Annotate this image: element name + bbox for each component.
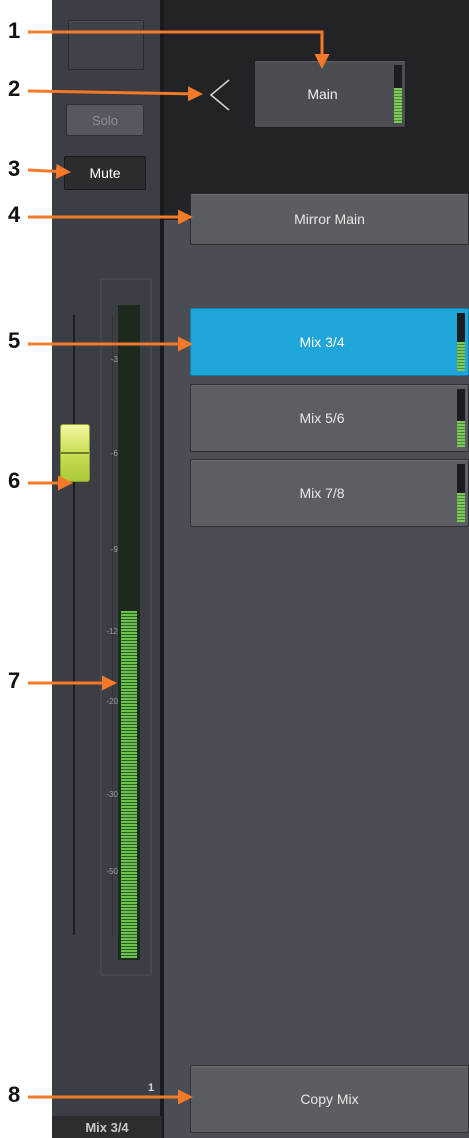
- callout-arrow-2: [27, 86, 203, 102]
- callout-arrow-1: [28, 30, 330, 69]
- callout-arrow-3: [27, 163, 71, 179]
- callout-arrows: [27, 30, 330, 1105]
